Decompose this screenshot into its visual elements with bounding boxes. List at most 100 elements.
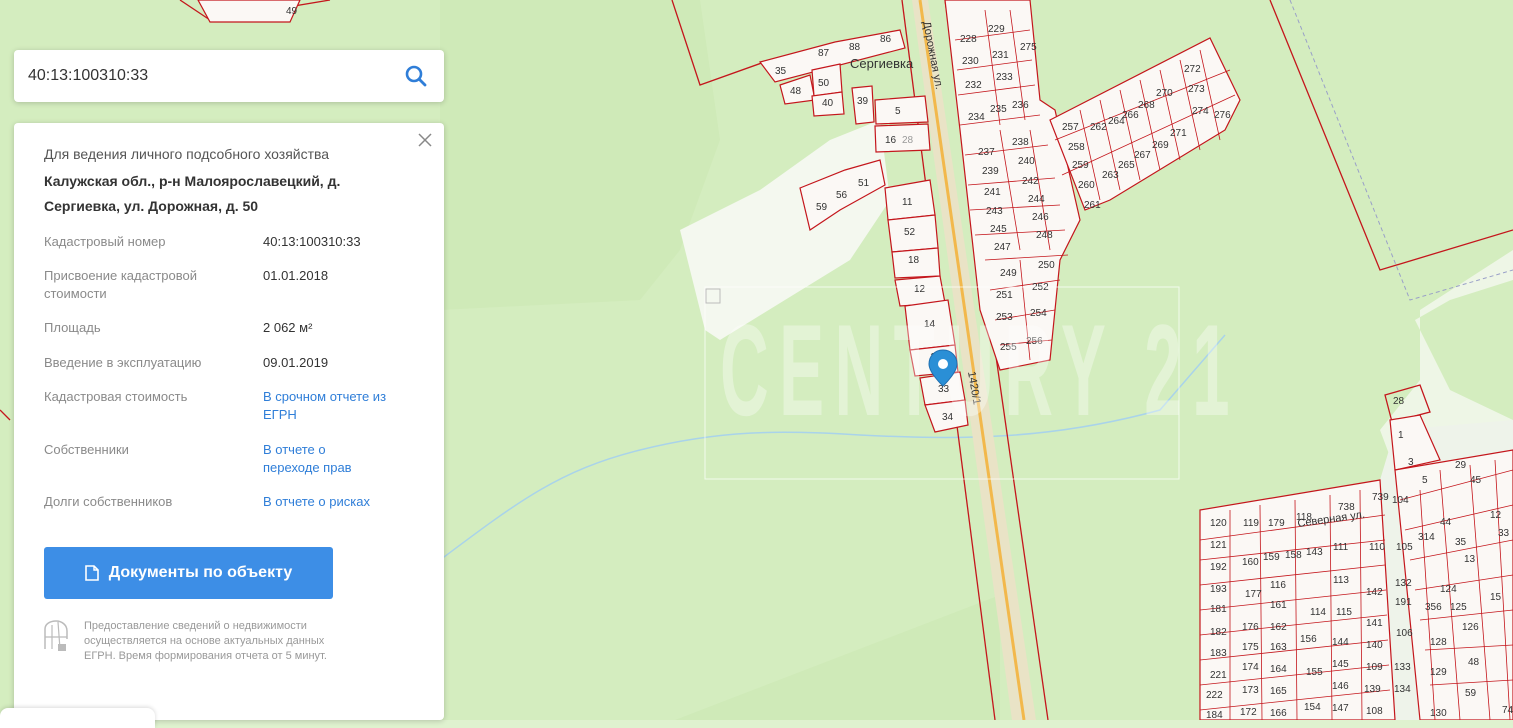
- disclaimer-note: Предоставление сведений о недвижимости о…: [84, 620, 327, 662]
- parcel-label: 44: [1440, 517, 1452, 528]
- parcel-label: 88: [849, 42, 861, 53]
- parcel-label: 48: [790, 86, 802, 97]
- parcel-label: 228: [960, 34, 977, 45]
- parcel-label: 116: [1270, 580, 1286, 591]
- parcel-label: 109: [1366, 662, 1383, 673]
- parcel-label: 272: [1184, 64, 1201, 75]
- parcel-label: 158: [1285, 550, 1302, 561]
- parcel-label: 52: [904, 227, 916, 238]
- parcel-label: 121: [1210, 540, 1227, 551]
- parcel-label: 274: [1192, 106, 1209, 117]
- close-button[interactable]: [414, 129, 436, 151]
- parcel-label: 238: [1012, 137, 1029, 148]
- parcel-label: 129: [1430, 667, 1447, 678]
- commissioning-value: 09.01.2019: [263, 355, 329, 370]
- parcel-label: 132: [1395, 578, 1412, 589]
- owners-link[interactable]: В отчете о переходе прав: [263, 441, 378, 477]
- parcel-label: 113: [1333, 575, 1349, 586]
- parcel-label: 260: [1078, 180, 1095, 191]
- parcel-label: 12: [1490, 510, 1502, 521]
- parcel-label: 126: [1462, 622, 1479, 633]
- area-label: Площадь: [44, 320, 101, 335]
- owner-debts-link[interactable]: В отчете о рисках: [263, 493, 423, 511]
- parcel-label: 165: [1270, 686, 1287, 697]
- parcel-label: 229: [988, 24, 1005, 35]
- parcel-label: 39: [857, 96, 869, 107]
- area-value: 2 062 м²: [263, 320, 313, 335]
- parcel-label: 133: [1394, 662, 1411, 673]
- parcel-label: 166: [1270, 708, 1287, 719]
- parcel-label: 106: [1396, 628, 1413, 639]
- parcel-label: 140: [1366, 640, 1383, 651]
- parcel-label: 59: [816, 202, 828, 213]
- parcel-label: 56: [836, 190, 848, 201]
- cadastral-search-input[interactable]: [14, 50, 394, 102]
- parcel-label: 134: [1394, 684, 1411, 695]
- parcel-label: 28: [902, 135, 914, 146]
- parcel-label: 104: [1392, 495, 1409, 506]
- parcel-label: 74: [1502, 705, 1513, 716]
- owners-label: Собственники: [44, 442, 129, 457]
- parcel-label: 263: [1102, 170, 1119, 181]
- valuation-date-value: 01.01.2018: [263, 268, 329, 283]
- parcel-label: 270: [1156, 88, 1173, 99]
- parcel-label: 18: [908, 255, 920, 266]
- parcel-label: 162: [1270, 622, 1287, 633]
- parcel-label: 273: [1188, 84, 1205, 95]
- parcel-label: 124: [1440, 584, 1457, 595]
- parcel-label: 184: [1206, 710, 1223, 720]
- parcel-label: 221: [1210, 670, 1227, 681]
- parcel-label: 261: [1084, 200, 1101, 211]
- parcel-label: 232: [965, 80, 982, 91]
- parcel-label: 222: [1206, 690, 1223, 701]
- parcel-label: 177: [1245, 589, 1262, 600]
- search-box: [14, 50, 444, 102]
- parcel-label: 257: [1062, 122, 1079, 133]
- parcel-label: 15: [1490, 592, 1502, 603]
- parcel-label: 240: [1018, 156, 1035, 167]
- watermark-text: CENTURY 21: [720, 297, 1240, 443]
- parcel-label: 141: [1366, 618, 1383, 629]
- parcel-label: 271: [1170, 128, 1187, 139]
- parcel-label: 119: [1243, 518, 1259, 529]
- parcel-label: 115: [1336, 607, 1352, 618]
- parcel-label: 179: [1268, 518, 1285, 529]
- search-icon: [405, 65, 427, 87]
- parcel-label: 13: [1464, 554, 1476, 565]
- parcel-label: 268: [1138, 100, 1155, 111]
- parcel-label: 29: [1455, 460, 1467, 471]
- parcel-label: 40: [822, 98, 834, 109]
- parcel-label: 156: [1300, 634, 1317, 645]
- parcel-label: 114: [1310, 607, 1326, 618]
- parcel-label: 242: [1022, 176, 1039, 187]
- documents-button[interactable]: Документы по объекту: [44, 547, 333, 599]
- object-details-panel: Для ведения личного подсобного хозяйства…: [14, 123, 444, 720]
- parcel-label: 245: [990, 224, 1007, 235]
- bottom-panel-tab[interactable]: [0, 708, 155, 728]
- parcel-label: 246: [1032, 212, 1049, 223]
- parcel-label: 145: [1332, 659, 1349, 670]
- parcel-label: 182: [1210, 627, 1227, 638]
- parcel-label: 266: [1122, 110, 1139, 121]
- parcel-label: 259: [1072, 160, 1089, 171]
- parcel-label: 143: [1306, 547, 1323, 558]
- parcel-label: 275: [1020, 42, 1037, 53]
- parcel-label: 5: [1422, 475, 1428, 486]
- parcel-label: 267: [1134, 150, 1151, 161]
- close-icon: [418, 133, 432, 147]
- documents-button-label: Документы по объекту: [108, 564, 293, 581]
- parcel-label: 45: [1470, 475, 1482, 486]
- parcel-label: 231: [992, 50, 1009, 61]
- parcel-label: 243: [986, 206, 1003, 217]
- parcel-label: 35: [775, 66, 787, 77]
- parcel-label: 163: [1270, 642, 1287, 653]
- parcel-label: 5: [895, 106, 901, 117]
- parcel-label: 86: [880, 34, 892, 45]
- parcel-label: 183: [1210, 648, 1227, 659]
- cadastral-value-link[interactable]: В срочном отчете из ЕГРН: [263, 388, 388, 424]
- parcel-label: 250: [1038, 260, 1055, 271]
- search-button[interactable]: [402, 62, 430, 90]
- parcel-label: 105: [1396, 542, 1413, 553]
- parcel-label: 147: [1332, 703, 1349, 714]
- cadastral-number-value: 40:13:100310:33: [263, 234, 361, 249]
